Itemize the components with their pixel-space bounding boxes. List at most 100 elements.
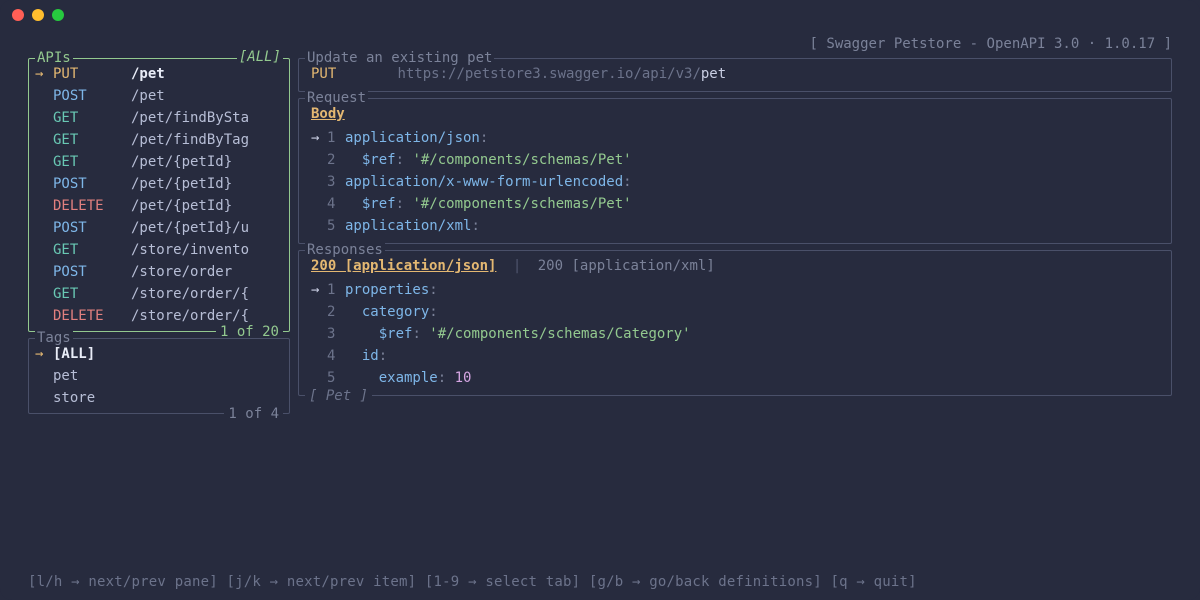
code-line[interactable]: 2 category:: [311, 301, 1159, 323]
api-path: /store/order/{: [131, 283, 249, 305]
api-path: /pet/{petId}: [131, 151, 232, 173]
tab-response-json[interactable]: 200 [application/json]: [311, 258, 496, 274]
apis-list[interactable]: PUT/petPOST/petGET/pet/findByStaGET/pet/…: [29, 61, 289, 329]
maximize-icon[interactable]: [52, 9, 64, 21]
code-text: category:: [345, 301, 438, 323]
tags-list[interactable]: [ALL]petstore: [29, 341, 289, 411]
api-path: /pet/{petId}: [131, 173, 232, 195]
line-number: 2: [327, 149, 345, 171]
api-row[interactable]: POST/store/order: [29, 261, 289, 283]
header-bracket-close: ]: [1155, 36, 1172, 52]
api-row[interactable]: GET/store/invento: [29, 239, 289, 261]
api-path: /pet/{petId}/u: [131, 217, 249, 239]
api-row[interactable]: POST/pet/{petId}: [29, 173, 289, 195]
summary-title: Update an existing pet: [305, 49, 494, 67]
code-line[interactable]: 3application/x-www-form-urlencoded:: [311, 171, 1159, 193]
api-method: POST: [53, 173, 131, 195]
line-number: 4: [327, 345, 345, 367]
api-path: /pet: [131, 63, 165, 85]
spec-header: [ Swagger Petstore - OpenAPI 3.0 · 1.0.1…: [0, 30, 1200, 58]
api-path: /store/order: [131, 261, 232, 283]
api-method: POST: [53, 217, 131, 239]
code-line[interactable]: 5application/xml:: [311, 215, 1159, 237]
tags-counter: 1 of 4: [224, 406, 283, 422]
selection-arrow-icon: [35, 387, 53, 409]
api-row[interactable]: POST/pet: [29, 85, 289, 107]
right-column: Update an existing pet PUT https://petst…: [290, 58, 1172, 420]
code-text: id:: [345, 345, 387, 367]
tags-panel-title: Tags: [35, 329, 73, 347]
api-path: /pet/findBySta: [131, 107, 249, 129]
tab-response-xml[interactable]: 200 [application/xml]: [538, 258, 715, 274]
line-number: 1: [327, 279, 345, 301]
api-method: DELETE: [53, 195, 131, 217]
main-layout: APIs [ALL] PUT/petPOST/petGET/pet/findBy…: [0, 58, 1200, 420]
selection-arrow-icon: [35, 365, 53, 387]
code-text: $ref: '#/components/schemas/Pet': [345, 149, 632, 171]
api-method: DELETE: [53, 305, 131, 327]
api-method: GET: [53, 239, 131, 261]
code-line[interactable]: 4 id:: [311, 345, 1159, 367]
window-titlebar: [0, 0, 1200, 30]
tags-panel[interactable]: Tags [ALL]petstore 1 of 4: [28, 338, 290, 414]
responses-panel[interactable]: Responses 200 [application/json] | 200 […: [298, 250, 1172, 396]
header-dot: ·: [1079, 36, 1104, 52]
line-number: 3: [327, 323, 345, 345]
code-text: application/xml:: [345, 215, 480, 237]
spec-title: Swagger Petstore - OpenAPI 3.0: [826, 36, 1079, 52]
code-text: application/x-www-form-urlencoded:: [345, 171, 632, 193]
api-row[interactable]: GET/pet/{petId}: [29, 151, 289, 173]
code-line[interactable]: 2 $ref: '#/components/schemas/Pet': [311, 149, 1159, 171]
code-text: $ref: '#/components/schemas/Pet': [345, 193, 632, 215]
code-line[interactable]: 1application/json:: [311, 127, 1159, 149]
api-method: GET: [53, 129, 131, 151]
summary-url-base: https://petstore3.swagger.io/api/v3/: [397, 66, 700, 82]
tab-body[interactable]: Body: [311, 106, 345, 122]
code-text: $ref: '#/components/schemas/Category': [345, 323, 691, 345]
selection-arrow-icon: [311, 279, 327, 301]
responses-schema-name: [ Pet ]: [305, 388, 372, 404]
code-line[interactable]: 3 $ref: '#/components/schemas/Category': [311, 323, 1159, 345]
line-number: 4: [327, 193, 345, 215]
api-method: GET: [53, 283, 131, 305]
line-number: 5: [327, 215, 345, 237]
api-method: POST: [53, 85, 131, 107]
code-line[interactable]: 4 $ref: '#/components/schemas/Pet': [311, 193, 1159, 215]
line-number: 1: [327, 127, 345, 149]
api-row[interactable]: GET/store/order/{: [29, 283, 289, 305]
responses-body-yaml[interactable]: 1properties:2 category:3 $ref: '#/compon…: [299, 279, 1171, 393]
spec-version: 1.0.17: [1105, 36, 1156, 52]
close-icon[interactable]: [12, 9, 24, 21]
apis-panel-title: APIs: [35, 49, 73, 67]
code-line[interactable]: 1properties:: [311, 279, 1159, 301]
api-row[interactable]: GET/pet/findByTag: [29, 129, 289, 151]
request-panel[interactable]: Request Body 1application/json:2 $ref: '…: [298, 98, 1172, 244]
apis-panel[interactable]: APIs [ALL] PUT/petPOST/petGET/pet/findBy…: [28, 58, 290, 332]
request-tabs[interactable]: Body: [299, 101, 1171, 127]
code-text: application/json:: [345, 127, 488, 149]
api-method: POST: [53, 261, 131, 283]
code-text: example: 10: [345, 367, 471, 389]
api-row[interactable]: GET/pet/findBySta: [29, 107, 289, 129]
tag-label: store: [53, 387, 95, 409]
tab-separator: |: [505, 258, 529, 274]
api-path: /pet/findByTag: [131, 129, 249, 151]
app-window: [ Swagger Petstore - OpenAPI 3.0 · 1.0.1…: [0, 0, 1200, 600]
minimize-icon[interactable]: [32, 9, 44, 21]
tag-row[interactable]: pet: [29, 365, 289, 387]
api-method: GET: [53, 107, 131, 129]
key-help-bar: [l/h → next/prev pane] [j/k → next/prev …: [28, 574, 1172, 590]
header-bracket-open: [: [810, 36, 827, 52]
summary-panel: Update an existing pet PUT https://petst…: [298, 58, 1172, 92]
api-path: /pet/{petId}: [131, 195, 232, 217]
api-path: /store/invento: [131, 239, 249, 261]
code-text: properties:: [345, 279, 438, 301]
left-column: APIs [ALL] PUT/petPOST/petGET/pet/findBy…: [28, 58, 290, 420]
responses-tabs[interactable]: 200 [application/json] | 200 [applicatio…: [299, 253, 1171, 279]
api-row[interactable]: DELETE/pet/{petId}: [29, 195, 289, 217]
selection-arrow-icon: [311, 127, 327, 149]
request-panel-title: Request: [305, 89, 368, 107]
request-body-yaml[interactable]: 1application/json:2 $ref: '#/components/…: [299, 127, 1171, 241]
api-row[interactable]: POST/pet/{petId}/u: [29, 217, 289, 239]
code-line[interactable]: 5 example: 10: [311, 367, 1159, 389]
